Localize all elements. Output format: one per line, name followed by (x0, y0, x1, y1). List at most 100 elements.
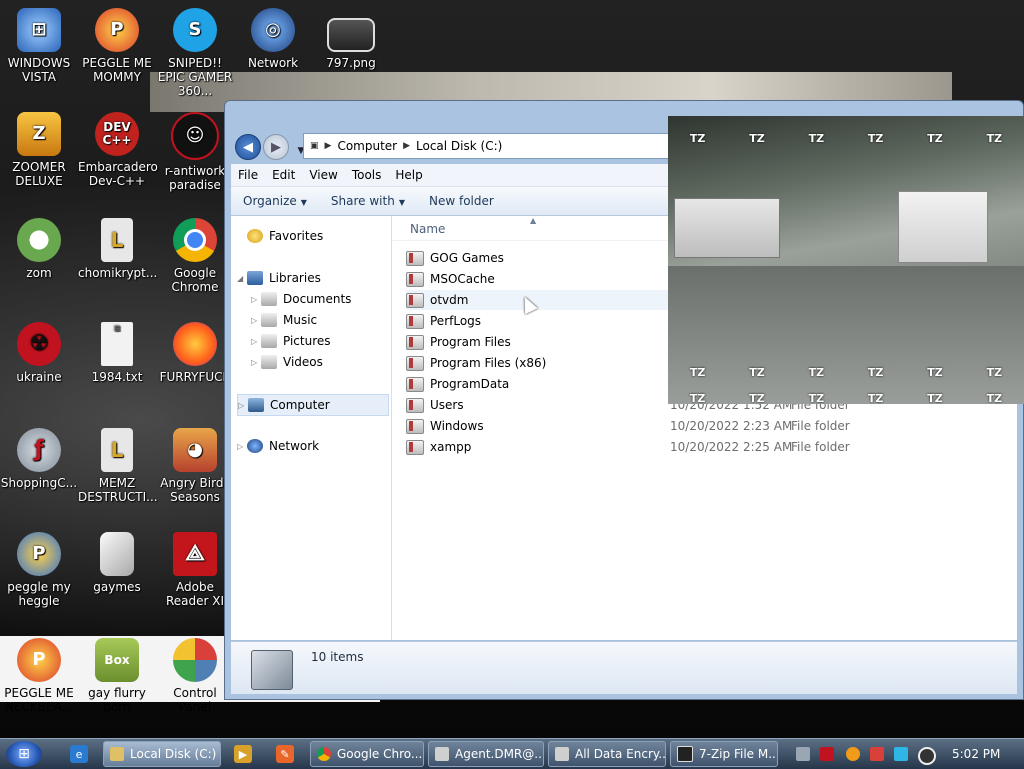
desktop-icon-google-chrome[interactable]: Google Chrome (156, 218, 234, 294)
desktop-icon-ukraine[interactable]: ☢ ukraine (0, 322, 78, 384)
desktop-icon-control-panel[interactable]: Control Panel (156, 638, 234, 714)
taskbar: ⊞ e Local Disk (C:) ▶ ✎ Google Chro... A… (0, 738, 1024, 769)
desktop-icon-zoomer-deluxe[interactable]: Z ZOOMER DELUXE (0, 112, 78, 188)
window-icon (555, 747, 569, 761)
video-trailer (674, 198, 780, 258)
nav-videos[interactable]: ▷ Videos (251, 352, 323, 372)
nav-pictures[interactable]: ▷ Pictures (251, 331, 331, 351)
expand-triangle-icon[interactable]: ▷ (251, 316, 261, 325)
desktop-icon-shoppingc[interactable]: ƒ ShoppingC... (0, 428, 78, 490)
firefox-icon (173, 322, 217, 366)
desktop-icon-gay-flurry-porn[interactable]: Box gay flurry porn (78, 638, 156, 714)
media-player-icon[interactable]: ▶ (234, 745, 252, 763)
expand-triangle-icon[interactable]: ▷ (251, 295, 261, 304)
tray-flag-icon[interactable] (870, 747, 884, 761)
peggle-icon: P (17, 532, 61, 576)
desktop-icon-gaymes[interactable]: gaymes (78, 532, 156, 594)
nav-favorites[interactable]: Favorites (247, 226, 323, 246)
image-file-icon (327, 18, 375, 52)
folder-icon (406, 397, 424, 413)
desktop-icon-peggle-me-neckbea[interactable]: P PEGGLE ME NECKBEA... (0, 638, 78, 714)
desktop-icon-peggle-me-mommy[interactable]: P PEGGLE ME MOMMY (78, 8, 156, 84)
expand-triangle-icon[interactable]: ▷ (238, 401, 248, 410)
desktop-icon-sniped[interactable]: S SNIPED!! EPIC GAMER 360... (156, 8, 234, 98)
paint-icon[interactable]: ✎ (276, 745, 294, 763)
breadcrumb-separator-icon[interactable]: ▶ (403, 141, 410, 151)
video-overlay[interactable]: TZ TZ TZ TZ TZ TZ TZ TZ TZ TZ TZ TZ TZ TZ TZ TZ TZ TZ (668, 116, 1024, 404)
videos-icon (261, 355, 277, 369)
desktop-icon-zom[interactable]: zom (0, 218, 78, 280)
file-date: 10/20/2022 2:25 AM (670, 440, 793, 454)
desktop-icon-peggle-my-heggle[interactable]: P peggle my heggle (0, 532, 78, 608)
menu-file[interactable]: File (231, 168, 265, 182)
back-button[interactable]: ◀ (235, 134, 261, 160)
nav-music[interactable]: ▷ Music (251, 310, 317, 330)
desktop-icon-chomikrypt[interactable]: L chomikrypt... (78, 218, 157, 280)
watermark-row: TZ TZ TZ TZ TZ TZ (689, 132, 1003, 145)
taskbar-button-local-disk[interactable]: Local Disk (C:) (103, 741, 221, 767)
internet-explorer-icon[interactable]: e (70, 745, 88, 763)
menu-edit[interactable]: Edit (265, 168, 302, 182)
expand-triangle-icon[interactable]: ▷ (237, 442, 247, 451)
breadcrumb-computer[interactable]: Computer (337, 139, 397, 153)
tray-settings-icon[interactable] (796, 747, 810, 761)
desktop-icon-memz[interactable]: L MEMZ DESTRUCTI... (78, 428, 158, 504)
breadcrumb-separator-icon[interactable]: ▶ (325, 141, 332, 151)
taskbar-button-agent-dmr[interactable]: Agent.DMR@... (428, 741, 544, 767)
menu-help[interactable]: Help (388, 168, 429, 182)
folder-icon (406, 376, 424, 392)
taskbar-button-all-data-encry[interactable]: All Data Encry... (548, 741, 666, 767)
desktop-icon-1984-txt[interactable]: ≡ 1984.txt (78, 322, 156, 384)
network-icon (247, 439, 263, 453)
new-folder-button[interactable]: New folder (417, 194, 506, 208)
start-button[interactable]: ⊞ (6, 741, 42, 767)
expand-triangle-icon[interactable]: ▷ (251, 337, 261, 346)
desktop-icon-angry-birds-seasons[interactable]: ◕ Angry Birds Seasons (156, 428, 234, 504)
taskbar-clock[interactable]: 5:02 PM (952, 747, 1000, 761)
desktop-icon-windows-vista[interactable]: ⊞ WINDOWS VISTA (0, 8, 78, 84)
tray-monitor-icon[interactable] (894, 747, 908, 761)
address-bar[interactable]: ▣ ▶ Computer ▶ Local Disk (C:) (303, 133, 675, 159)
taskbar-button-google-chrome[interactable]: Google Chro... (310, 741, 424, 767)
music-icon (261, 313, 277, 327)
expand-triangle-icon[interactable]: ◢ (237, 274, 247, 283)
nav-network[interactable]: ▷ Network (237, 436, 319, 456)
desktop-icon-devcpp[interactable]: DEV C++ Embarcadero Dev-C++ (78, 112, 158, 188)
tray-volume-icon[interactable] (918, 747, 936, 765)
tray-antivirus-icon[interactable] (820, 747, 834, 761)
desktop-icon-797-png[interactable]: 797.png (312, 8, 390, 70)
file-type: File folder (791, 419, 850, 433)
desktop-icon-r-antiwork[interactable]: ☺ r-antiwork paradise (156, 112, 234, 192)
file-row[interactable]: xampp 10/20/2022 2:25 AM File folder (406, 437, 1006, 457)
zoomer-icon: Z (17, 112, 61, 156)
column-header-name[interactable]: Name (410, 222, 445, 236)
items-count: 10 items (311, 650, 364, 664)
drive-icon (251, 650, 293, 690)
breadcrumb-local-disk[interactable]: Local Disk (C:) (416, 139, 502, 153)
window-icon (435, 747, 449, 761)
flash-icon: ƒ (17, 428, 61, 472)
folder-icon (406, 250, 424, 266)
nav-computer[interactable]: ▷ Computer (237, 394, 389, 416)
box-icon: Box (95, 638, 139, 682)
video-truck (898, 191, 988, 263)
folder-icon (406, 355, 424, 371)
star-icon (247, 229, 263, 243)
file-type: File folder (791, 440, 850, 454)
share-with-button[interactable]: Share with ▼ (319, 194, 417, 208)
radiation-icon: ☢ (17, 322, 61, 366)
desktop-icon-furryfuck[interactable]: FURRYFUCK (156, 322, 234, 384)
menu-tools[interactable]: Tools (345, 168, 389, 182)
forward-button[interactable]: ▶ (263, 134, 289, 160)
desktop-icon-adobe-reader[interactable]: ⟁ Adobe Reader XI (156, 532, 234, 608)
organize-button[interactable]: Organize ▼ (231, 194, 319, 208)
nav-libraries[interactable]: ◢ Libraries (237, 268, 321, 288)
adobe-reader-icon: ⟁ (173, 532, 217, 576)
tray-search-icon[interactable] (846, 747, 860, 761)
file-row[interactable]: Windows 10/20/2022 2:23 AM File folder (406, 416, 1006, 436)
nav-documents[interactable]: ▷ Documents (251, 289, 351, 309)
menu-view[interactable]: View (302, 168, 344, 182)
taskbar-button-7zip[interactable]: 7-Zip File M... (670, 741, 778, 767)
desktop-icon-network[interactable]: ◎ Network (234, 8, 312, 70)
expand-triangle-icon[interactable]: ▷ (251, 358, 261, 367)
